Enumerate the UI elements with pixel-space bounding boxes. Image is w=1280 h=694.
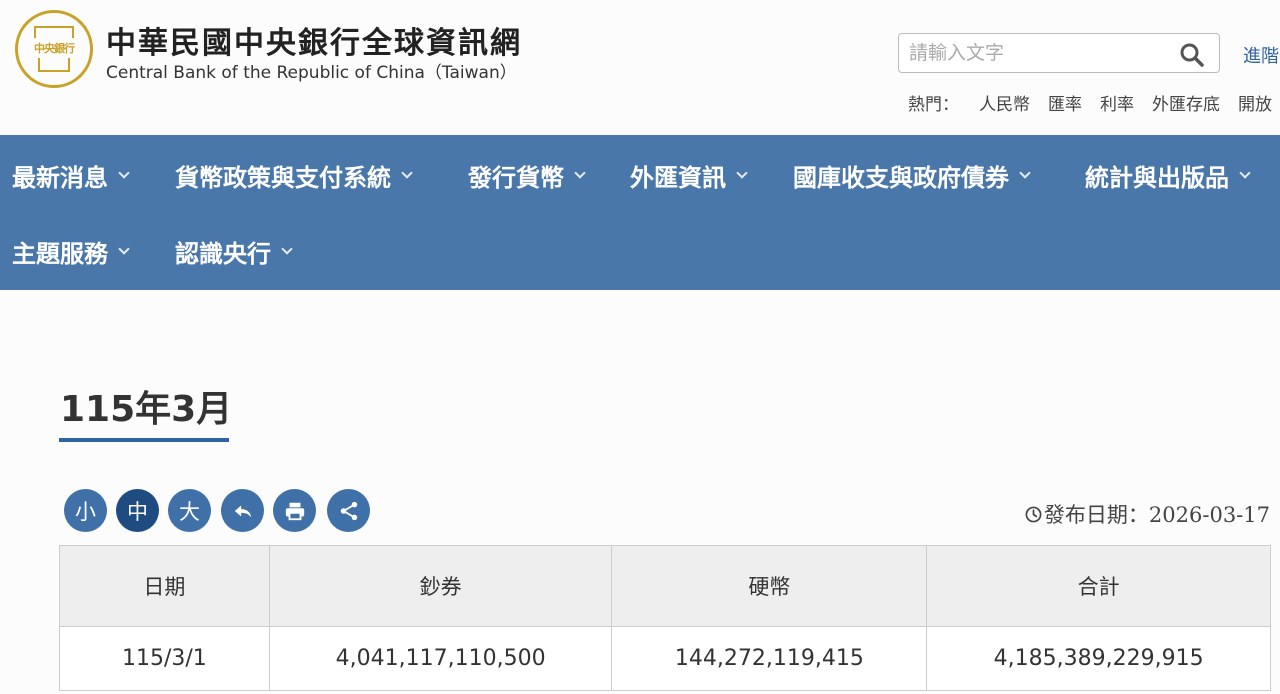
chevron-down-icon [118,242,130,255]
hot-keywords: 熱門： 人民幣 匯率 利率 外匯存底 開放 [908,90,1280,115]
nav-item-services[interactable]: 主題服務 [12,234,130,269]
title-underline [59,438,229,442]
publish-date-text: 發布日期：2026-03-17 [1043,503,1270,527]
nav-item-about[interactable]: 認識央行 [175,234,293,269]
logo-base-shape [38,58,70,72]
table-header-row: 日期 鈔券 硬幣 合計 [59,545,1271,627]
nav-item-treasury[interactable]: 國庫收支與政府債券 [793,158,1031,193]
cell-banknotes: 4,041,117,110,500 [268,626,613,691]
nav-item-label: 外匯資訊 [630,164,726,192]
chevron-down-icon [574,166,586,179]
chevron-down-icon [401,166,413,179]
site-header: 中央銀行 中華民國中央銀行全球資訊網 Central Bank of the R… [0,0,1280,135]
nav-item-label: 最新消息 [12,164,108,192]
hot-link-open[interactable]: 開放 [1238,90,1272,115]
hot-keywords-label: 熱門： [908,95,959,115]
font-size-medium-button[interactable]: 中 [116,489,159,532]
print-button[interactable] [273,489,316,532]
share-button[interactable] [327,489,370,532]
column-header-date: 日期 [59,545,270,627]
site-subtitle: Central Bank of the Republic of China（Ta… [106,63,517,83]
main-nav: 最新消息 貨幣政策與支付系統 發行貨幣 外匯資訊 國庫收支與政府債券 統計與出版… [0,135,1280,290]
nav-item-label: 貨幣政策與支付系統 [175,164,391,192]
cell-date: 115/3/1 [59,626,270,691]
hot-link-exchange-rate[interactable]: 匯率 [1048,90,1082,115]
site-title[interactable]: 中華民國中央銀行全球資訊網 [106,18,522,62]
nav-item-news[interactable]: 最新消息 [12,158,130,193]
page-title: 115年3月 [60,389,233,430]
column-header-total: 合計 [926,545,1271,627]
logo-text: 中央銀行 [34,42,75,55]
logo-roof-shape [34,26,74,38]
publish-date: 發布日期：2026-03-17 [1025,499,1270,529]
chevron-down-icon [736,166,748,179]
nav-item-monetary-policy[interactable]: 貨幣政策與支付系統 [175,158,413,193]
nav-item-statistics[interactable]: 統計與出版品 [1085,158,1251,193]
column-header-banknotes: 鈔券 [268,545,613,627]
table-row: 115/3/1 4,041,117,110,500 144,272,119,41… [59,626,1271,691]
chevron-down-icon [1239,166,1251,179]
nav-item-currency-issuance[interactable]: 發行貨幣 [468,158,586,193]
chevron-down-icon [118,166,130,179]
nav-item-fx-info[interactable]: 外匯資訊 [630,158,748,193]
clock-icon [1025,506,1042,522]
hot-link-rmb[interactable]: 人民幣 [979,90,1030,115]
search-box [898,33,1220,73]
printer-icon [285,502,304,520]
search-input[interactable] [909,40,1169,66]
central-bank-logo[interactable]: 中央銀行 [15,10,93,88]
currency-issuance-table: 日期 鈔券 硬幣 合計 115/3/1 4,041,117,110,500 14… [59,545,1271,691]
cell-coins: 144,272,119,415 [611,626,928,691]
nav-item-label: 認識央行 [175,240,271,268]
nav-item-label: 主題服務 [12,240,108,268]
font-size-large-button[interactable]: 大 [168,489,211,532]
reply-icon [234,505,251,517]
cell-total: 4,185,389,229,915 [926,626,1271,691]
font-size-small-button[interactable]: 小 [64,489,107,532]
nav-item-label: 國庫收支與政府債券 [793,164,1009,192]
chevron-down-icon [1019,166,1031,179]
advanced-search-link[interactable]: 進階 [1243,42,1279,68]
search-icon[interactable] [1179,42,1205,68]
nav-item-label: 發行貨幣 [468,164,564,192]
share-icon [340,501,357,520]
nav-item-label: 統計與出版品 [1085,164,1229,192]
chevron-down-icon [281,242,293,255]
hot-link-interest-rate[interactable]: 利率 [1100,90,1134,115]
hot-link-fx-reserves[interactable]: 外匯存底 [1152,90,1220,115]
back-button[interactable] [221,489,264,532]
column-header-coins: 硬幣 [611,545,928,627]
